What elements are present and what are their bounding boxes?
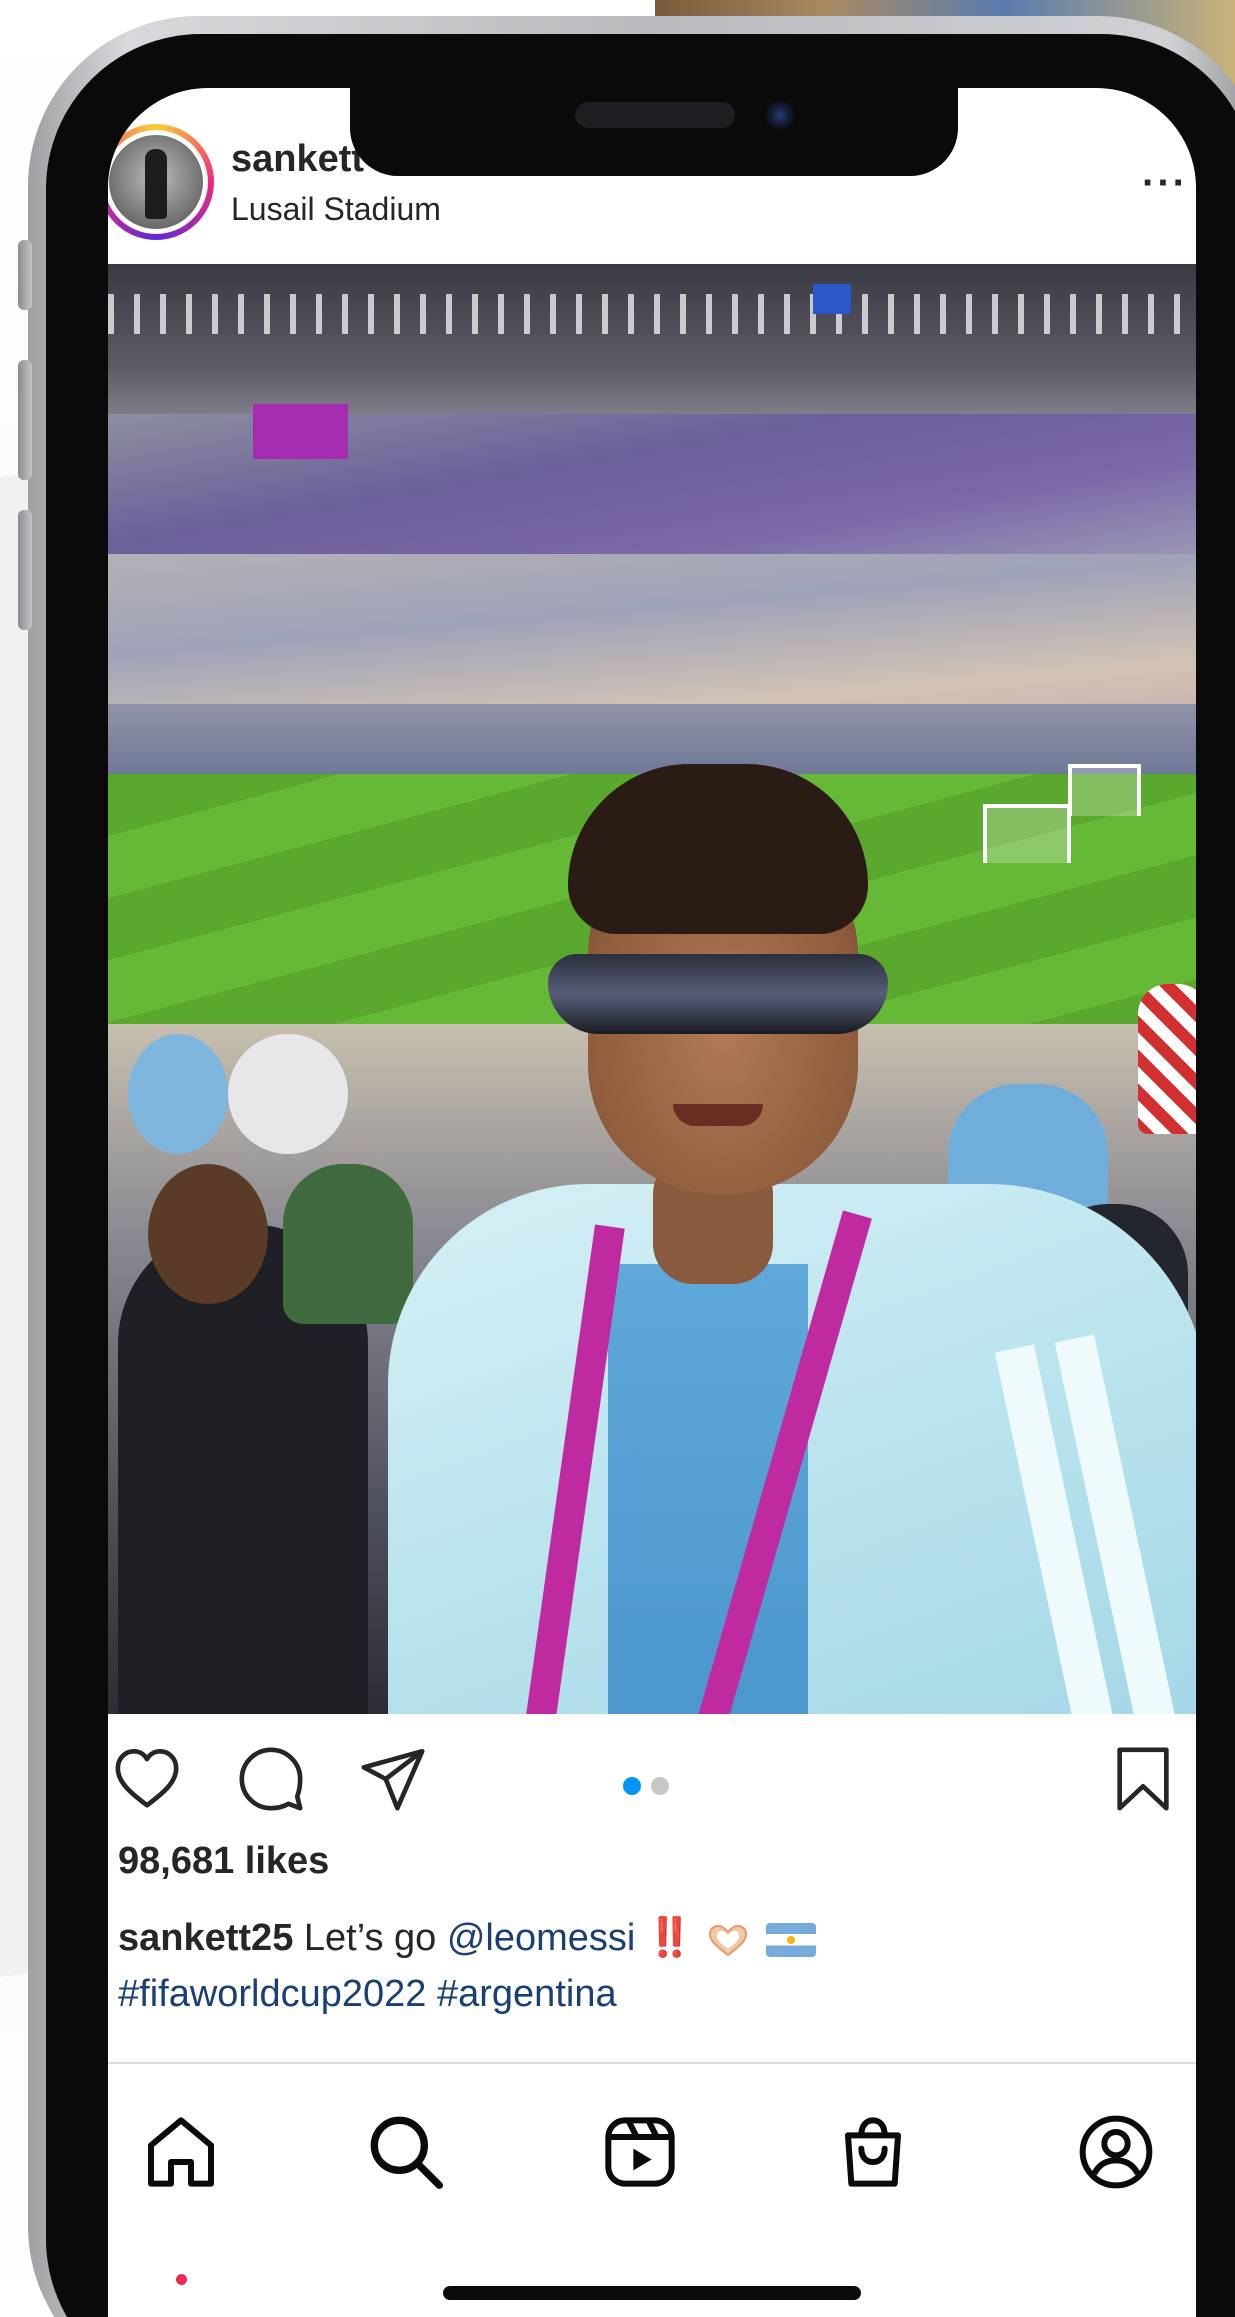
speaker-grille	[575, 102, 735, 128]
stadium-screen	[253, 404, 348, 459]
phone-screen: sankett Lusail Stadium ··· 98,681 likes …	[108, 88, 1196, 2317]
spectator	[1138, 984, 1196, 1134]
stadium-lights	[108, 294, 1196, 334]
carousel-dot-active	[623, 1777, 641, 1795]
post-caption: sankett25 Let’s go @leomessi ‼️ #fifawor…	[118, 1910, 1188, 2022]
post-location[interactable]: Lusail Stadium	[231, 191, 441, 228]
post-actions	[108, 1714, 1196, 1814]
sunglasses	[548, 954, 888, 1034]
post-username[interactable]: sankett	[231, 138, 364, 181]
screenshot-stage: sankett Lusail Stadium ··· 98,681 likes …	[0, 0, 1235, 2317]
bookmark-icon[interactable]	[1108, 1744, 1178, 1814]
more-icon[interactable]: ···	[1142, 163, 1188, 203]
carousel-indicator	[623, 1777, 673, 1795]
shop-icon[interactable]	[833, 2112, 913, 2192]
avatar-frame	[108, 130, 208, 234]
double-exclamation-emoji: ‼️	[645, 1917, 693, 1959]
phone-notch	[350, 88, 958, 176]
caption-hashtags[interactable]: #fifaworldcup2022 #argentina	[118, 1973, 617, 2015]
avatar[interactable]	[109, 135, 203, 229]
heart-icon[interactable]	[112, 1744, 182, 1814]
likes-count[interactable]: 98,681 likes	[118, 1840, 329, 1883]
volume-down-button	[18, 510, 32, 630]
phone-side-button	[18, 240, 32, 310]
carousel-dot	[651, 1777, 669, 1795]
argentina-flag-emoji	[766, 1922, 817, 1957]
spectator	[228, 1034, 348, 1154]
stadium-sign	[813, 284, 851, 314]
home-indicator[interactable]	[443, 2286, 861, 2300]
send-icon[interactable]	[358, 1744, 428, 1814]
smile	[673, 1104, 763, 1126]
reels-icon[interactable]	[600, 2112, 680, 2192]
caption-text: Let’s go	[303, 1917, 437, 1959]
caption-mention[interactable]: @leomessi	[447, 1917, 636, 1959]
goal-net	[1068, 764, 1141, 816]
avatar-figure	[145, 149, 167, 219]
bottom-tab-bar	[108, 2064, 1196, 2316]
comment-icon[interactable]	[236, 1744, 306, 1814]
caption-username[interactable]: sankett25	[118, 1917, 293, 1959]
volume-up-button	[18, 360, 32, 480]
story-ring[interactable]	[108, 124, 214, 240]
goal-net	[983, 804, 1071, 863]
stadium-middle-tier	[108, 554, 1196, 714]
spectator	[148, 1164, 268, 1304]
notification-dot	[176, 2274, 187, 2285]
spectator	[283, 1164, 413, 1324]
heart-hands-emoji	[708, 1924, 747, 1957]
home-icon[interactable]	[141, 2112, 221, 2192]
front-camera	[765, 100, 795, 130]
profile-icon[interactable]	[1076, 2112, 1156, 2192]
search-icon[interactable]	[366, 2112, 446, 2192]
post-photo[interactable]	[108, 264, 1196, 1714]
spectator	[128, 1034, 228, 1154]
